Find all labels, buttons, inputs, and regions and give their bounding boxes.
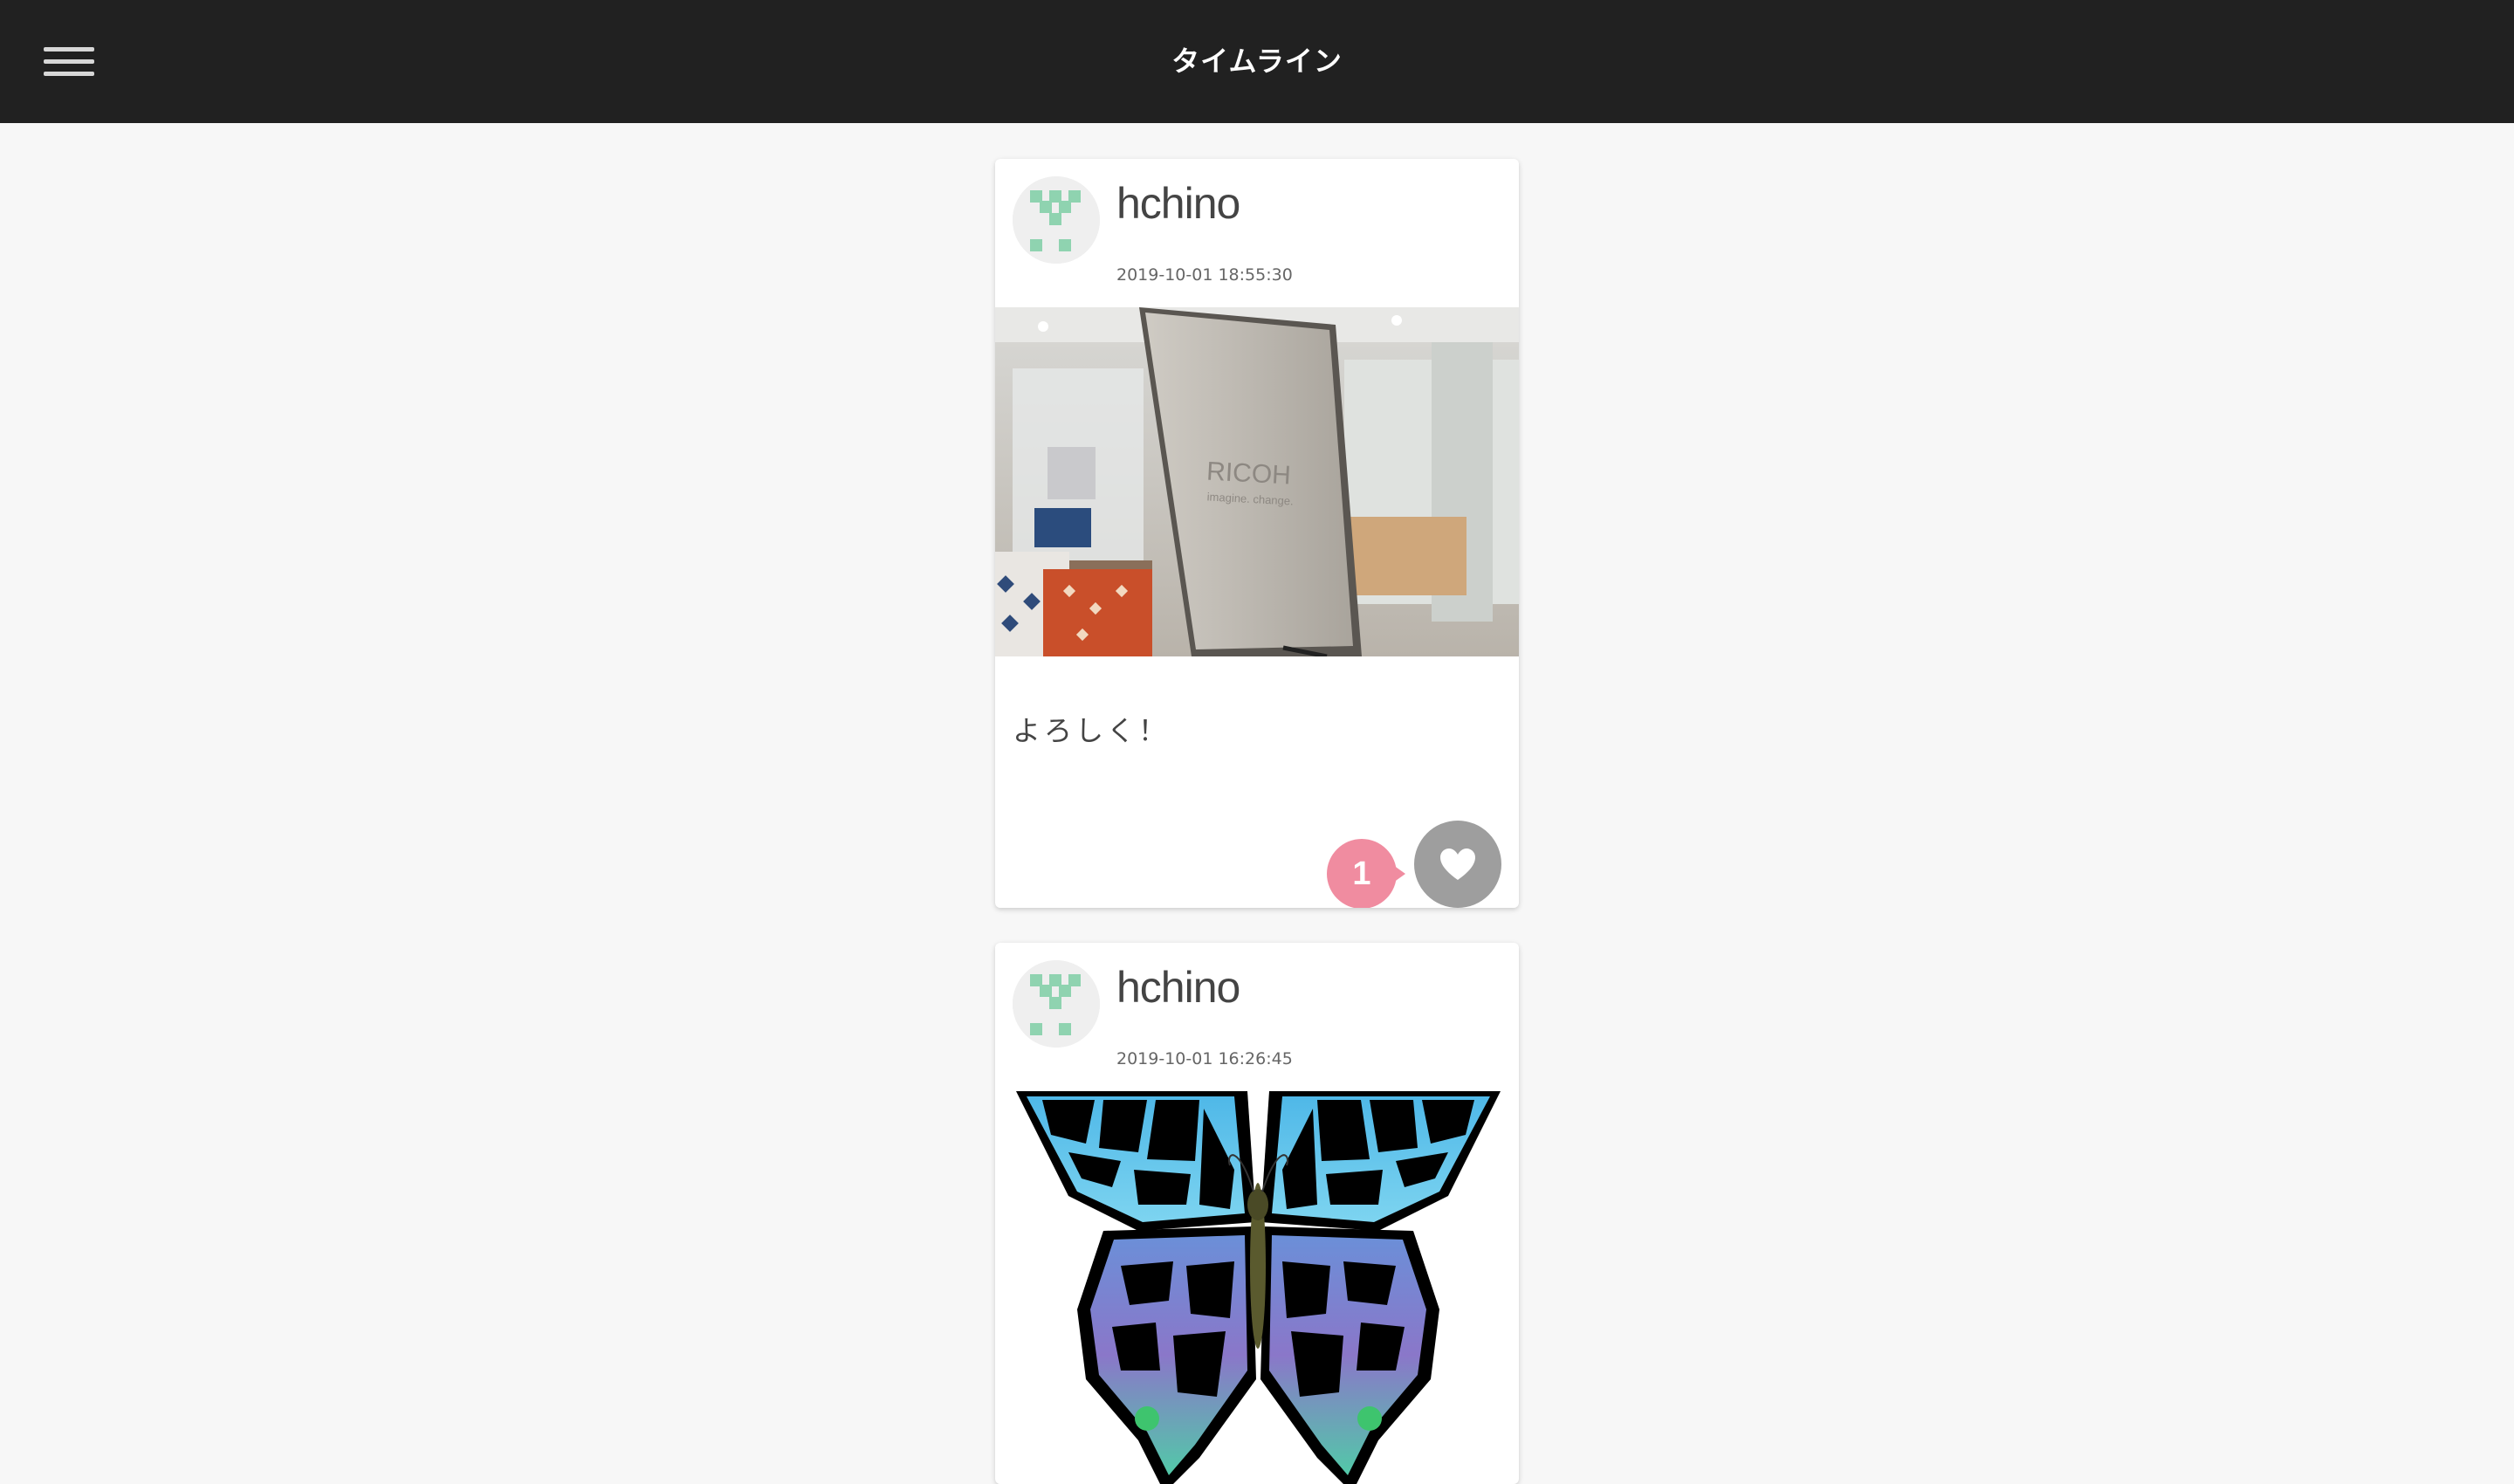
avatar[interactable] — [1013, 176, 1100, 264]
like-button[interactable] — [1414, 821, 1501, 908]
page-title: タイムライン — [1171, 45, 1343, 78]
avatar-pattern-icon — [1013, 176, 1100, 264]
post-card: hchino 2019-10-01 16:26:45 — [995, 943, 1519, 1484]
post-text: よろしく！ — [1013, 714, 1171, 747]
post-timestamp: 2019-10-01 16:26:45 — [1116, 1049, 1293, 1068]
sign-text: RICOH — [1205, 457, 1291, 491]
heart-icon — [1440, 848, 1475, 880]
post-card: hchino 2019-10-01 18:55:30 RICOH imagine… — [995, 159, 1519, 908]
post-photo: RICOH imagine. change. — [995, 307, 1519, 656]
post-username[interactable]: hchino — [1116, 962, 1240, 1013]
butterfly-photo — [1016, 1091, 1501, 1484]
avatar-pattern-icon — [1013, 960, 1100, 1048]
like-count-badge: 1 — [1327, 839, 1405, 908]
post-timestamp: 2019-10-01 18:55:30 — [1116, 265, 1293, 285]
avatar[interactable] — [1013, 960, 1100, 1048]
post-username[interactable]: hchino — [1116, 178, 1240, 229]
app-header: タイムライン — [0, 0, 2514, 123]
